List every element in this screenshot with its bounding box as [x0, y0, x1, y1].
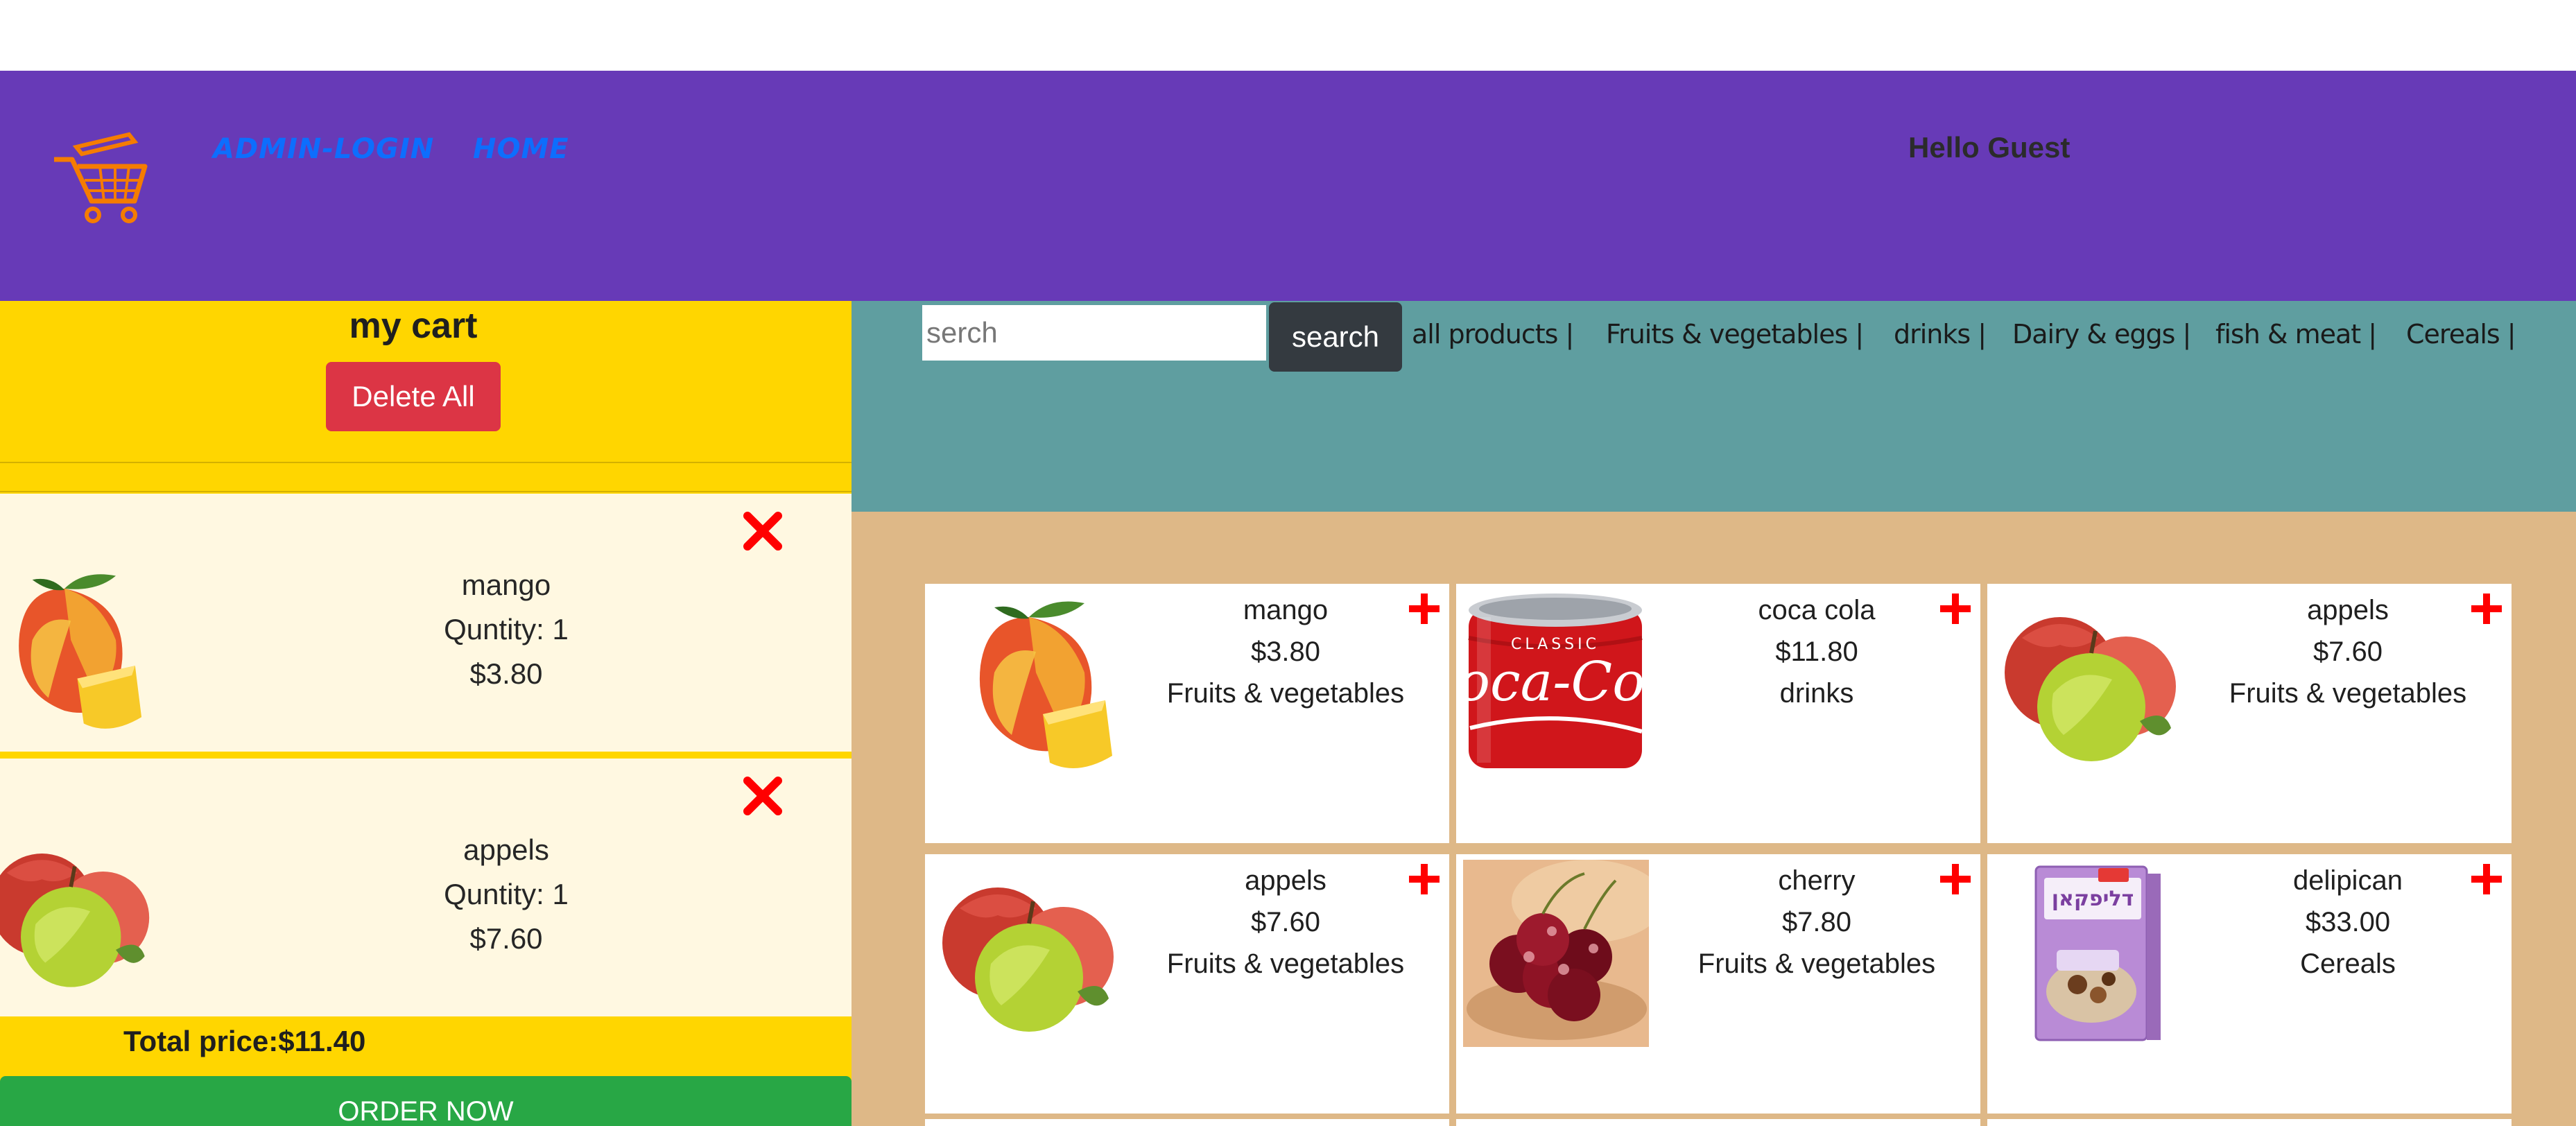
- category-drinks[interactable]: drinks |: [1894, 313, 1987, 355]
- product-category: Fruits & vegetables: [1166, 678, 1405, 709]
- add-to-cart-icon[interactable]: [1405, 589, 1444, 628]
- cart-item-quantity: Quntity: 1: [444, 613, 569, 646]
- add-to-cart-icon[interactable]: [2467, 860, 2506, 899]
- add-to-cart-icon[interactable]: [1936, 860, 1975, 899]
- category-cereals[interactable]: Cereals |: [2406, 313, 2516, 355]
- product-card: cherry $7.80 Fruits & vegetables: [1456, 854, 1980, 1114]
- divider: [0, 491, 852, 492]
- order-now-button[interactable]: ORDER NOW: [0, 1076, 852, 1126]
- remove-item-icon[interactable]: [741, 774, 785, 818]
- product-price: $7.60: [2313, 636, 2383, 667]
- product-price: $11.80: [1775, 636, 1858, 667]
- add-to-cart-icon[interactable]: [1936, 589, 1975, 628]
- product-name: mango: [1243, 595, 1329, 625]
- greeting-text: Hello Guest: [1908, 131, 2071, 164]
- product-price: $7.60: [1250, 907, 1321, 937]
- product-price: $33.00: [2305, 907, 2391, 937]
- nav-home-link[interactable]: HOME: [473, 132, 569, 166]
- cart-item-details: appels Quntity: 1 $7.60: [368, 828, 645, 961]
- cereal-box-image: דליפקאן: [1994, 860, 2180, 1047]
- category-fish-meat[interactable]: fish & meat |: [2215, 313, 2377, 355]
- nav-admin-login-link[interactable]: ADMIN-LOGIN: [213, 132, 434, 166]
- category-fruits-vegetables[interactable]: Fruits & vegetables |: [1606, 313, 1864, 355]
- product-details: delipican $33.00 Cereals: [2195, 860, 2500, 985]
- apples-image: [0, 828, 180, 1001]
- cart-item-quantity: Quntity: 1: [444, 878, 569, 910]
- category-all-products[interactable]: all products |: [1412, 313, 1574, 355]
- cart-item: mango Quntity: 1 $3.80: [0, 494, 852, 754]
- coca-cola-can-image: CLASSIC Coca-Cola: [1456, 589, 1695, 777]
- add-to-cart-icon[interactable]: [1405, 860, 1444, 899]
- cherries-image: [1462, 858, 1666, 1048]
- svg-text:Coca-Cola: Coca-Cola: [1463, 651, 1649, 713]
- cart-item-name: appels: [463, 833, 549, 866]
- product-price: $3.80: [1250, 636, 1321, 667]
- apples-image: [1994, 589, 2180, 777]
- product-details: appels $7.60 Fruits & vegetables: [2195, 589, 2500, 714]
- cart-item-price: $3.80: [469, 657, 543, 690]
- navbar: [0, 71, 2576, 301]
- cart-item-price: $7.60: [469, 922, 543, 955]
- search-button[interactable]: search: [1269, 302, 1402, 372]
- apples-image: [932, 860, 1118, 1047]
- product-card: appels $7.60 Fruits & vegetables: [925, 854, 1449, 1114]
- product-card: CLASSIC Coca-Cola coca cola $11.80 drink…: [1456, 584, 1980, 843]
- product-details: mango $3.80 Fruits & vegetables: [1133, 589, 1438, 714]
- product-category: Fruits & vegetables: [2229, 678, 2467, 709]
- category-dairy-eggs[interactable]: Dairy & eggs |: [2012, 313, 2191, 355]
- svg-text:דליפקאן: דליפקאן: [2052, 887, 2134, 911]
- cart-item-name: mango: [461, 569, 551, 601]
- product-category: drinks: [1779, 678, 1854, 709]
- product-category: Fruits & vegetables: [1166, 949, 1405, 979]
- product-category: Fruits & vegetables: [1697, 949, 1936, 979]
- product-card: mango $3.80 Fruits & vegetables: [925, 584, 1449, 843]
- product-name: delipican: [2293, 865, 2403, 896]
- product-card: [925, 1119, 1449, 1126]
- product-name: appels: [1245, 865, 1326, 896]
- delete-all-button[interactable]: Delete All: [326, 362, 501, 431]
- product-details: coca cola $11.80 drinks: [1664, 589, 1969, 714]
- search-input[interactable]: [922, 305, 1266, 361]
- remove-item-icon[interactable]: [741, 509, 785, 553]
- cart-item: appels Quntity: 1 $7.60: [0, 759, 852, 1019]
- product-price: $7.80: [1781, 907, 1852, 937]
- product-details: cherry $7.80 Fruits & vegetables: [1664, 860, 1969, 985]
- product-card: appels $7.60 Fruits & vegetables: [1987, 584, 2512, 843]
- total-price: Total price:$11.40: [123, 1025, 366, 1057]
- product-name: coca cola: [1758, 595, 1876, 625]
- product-card: [1987, 1119, 2512, 1126]
- product-category: Cereals: [2300, 949, 2396, 979]
- cart-title: my cart: [349, 306, 478, 346]
- mango-image: [0, 563, 180, 736]
- top-strip: [0, 0, 2576, 71]
- cart-logo-icon[interactable]: [51, 132, 154, 225]
- product-name: appels: [2307, 595, 2389, 625]
- mango-image: [932, 589, 1118, 777]
- add-to-cart-icon[interactable]: [2467, 589, 2506, 628]
- product-name: cherry: [1778, 865, 1856, 896]
- cart-item-details: mango Quntity: 1 $3.80: [368, 563, 645, 696]
- product-card: [1456, 1119, 1980, 1126]
- divider: [0, 462, 852, 463]
- product-details: appels $7.60 Fruits & vegetables: [1133, 860, 1438, 985]
- product-card: דליפקאן delipican $33.00 Cereals: [1987, 854, 2512, 1114]
